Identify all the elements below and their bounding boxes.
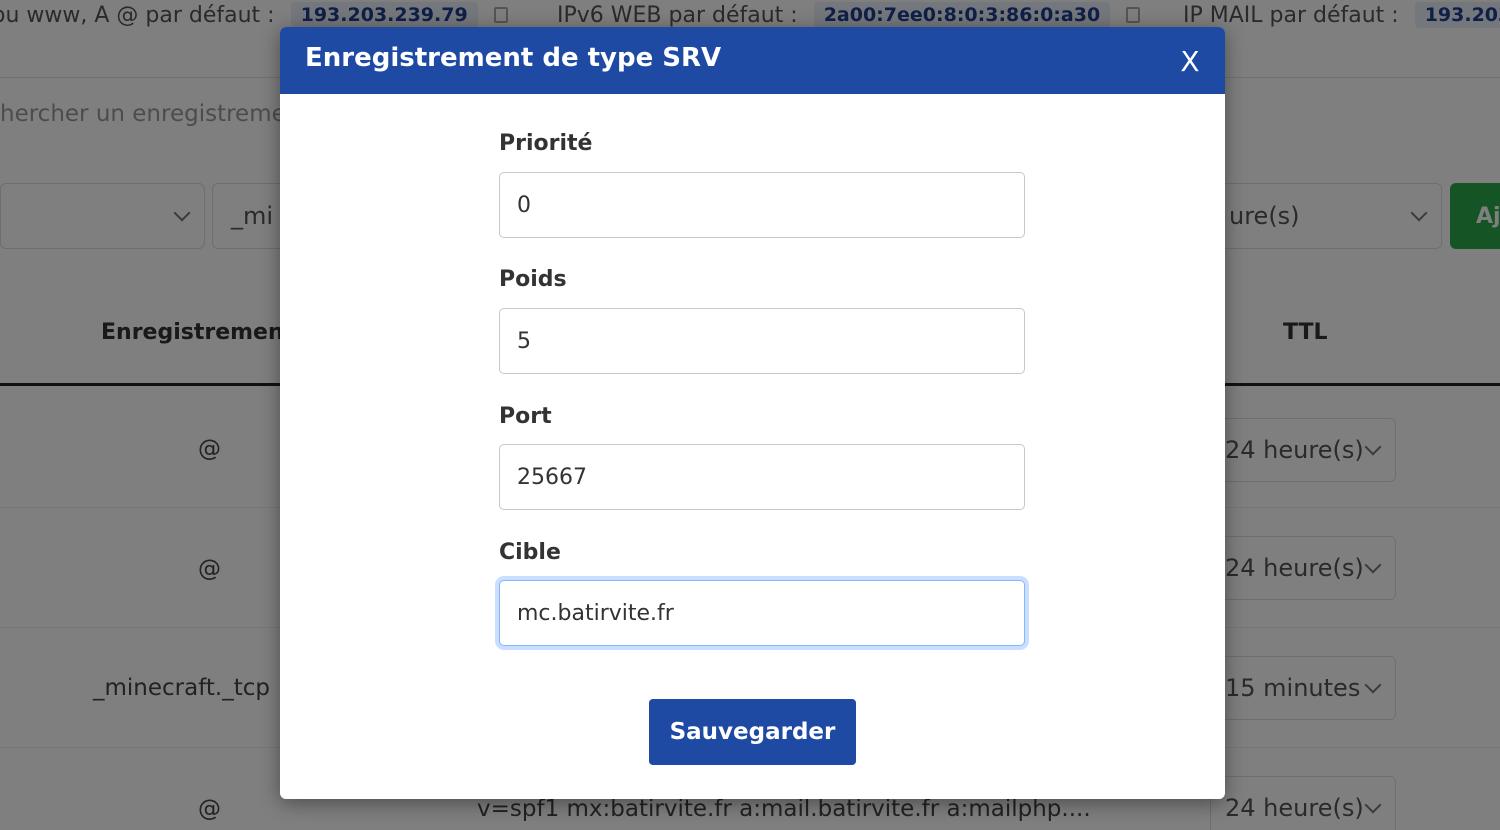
srv-record-modal: Enregistrement de type SRV X Priorité Po… — [280, 27, 1225, 799]
port-input[interactable] — [499, 444, 1025, 510]
modal-title: Enregistrement de type SRV — [305, 43, 722, 73]
save-button[interactable]: Sauvegarder — [649, 699, 856, 765]
port-label: Port — [499, 404, 552, 429]
target-label: Cible — [499, 540, 561, 565]
priority-input[interactable] — [499, 172, 1025, 238]
target-input[interactable] — [499, 580, 1025, 646]
weight-label: Poids — [499, 267, 567, 292]
weight-input[interactable] — [499, 308, 1025, 374]
modal-header: Enregistrement de type SRV X — [280, 27, 1225, 94]
priority-label: Priorité — [499, 131, 593, 156]
close-button[interactable]: X — [1176, 45, 1204, 79]
